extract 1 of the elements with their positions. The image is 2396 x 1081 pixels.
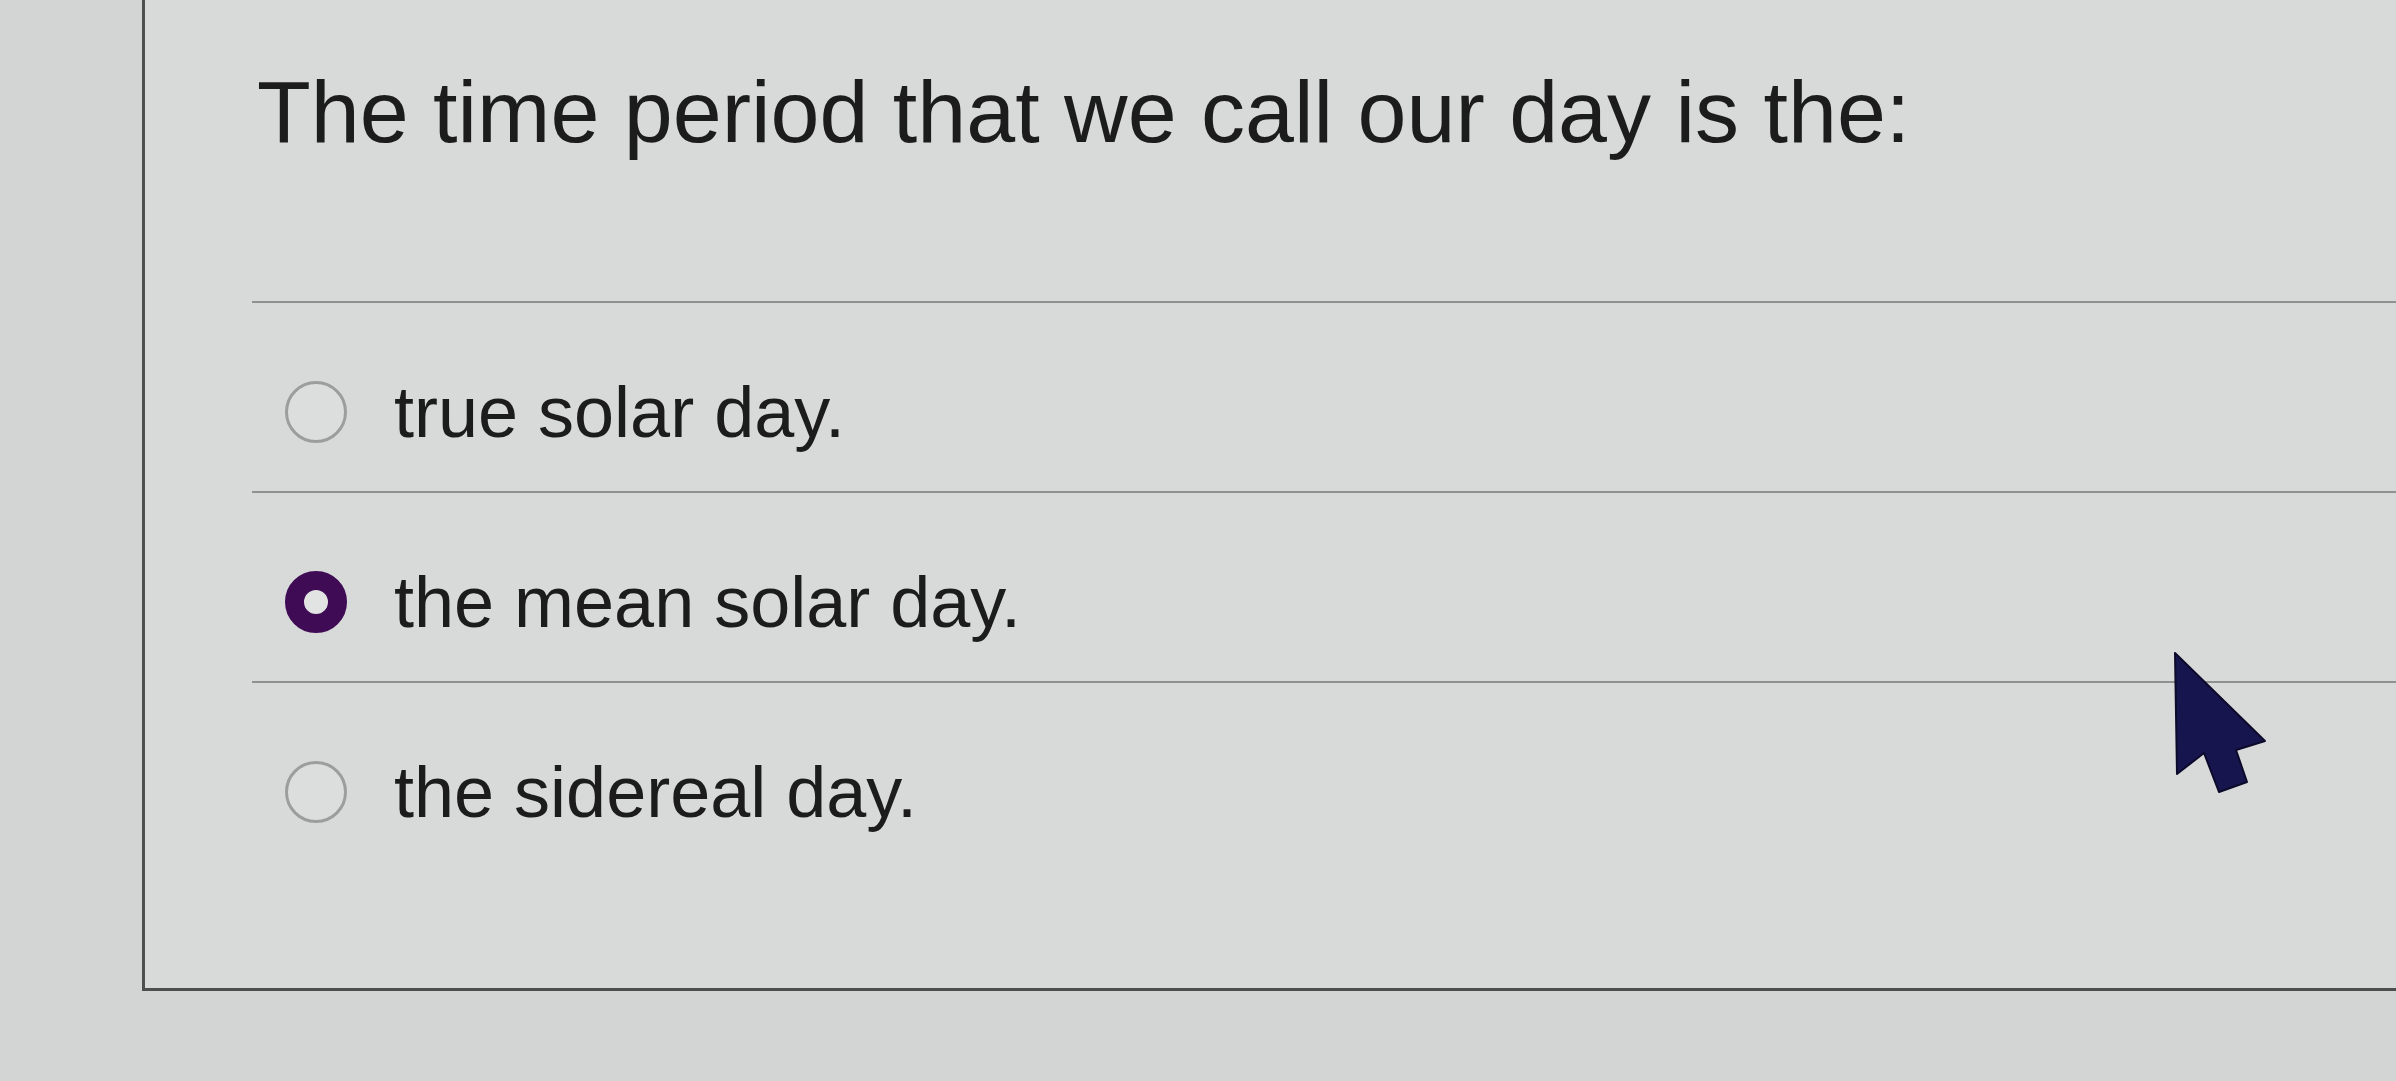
mouse-pointer-icon bbox=[2174, 652, 2266, 794]
